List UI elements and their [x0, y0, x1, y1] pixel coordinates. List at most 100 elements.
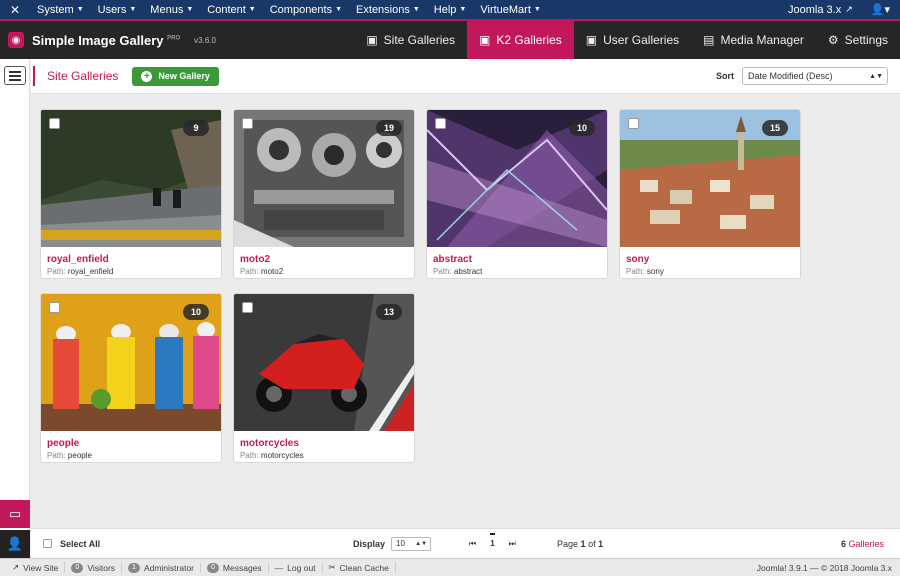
gallery-card[interactable]: 19 moto2 Path: moto2: [233, 109, 415, 279]
caret-down-icon: ▼: [76, 6, 84, 13]
select-all[interactable]: Select All: [31, 539, 100, 549]
gallery-path: Path: royal_enfield: [47, 267, 114, 276]
image-count-badge: 10: [569, 120, 595, 136]
gallery-name[interactable]: moto2: [240, 254, 270, 265]
gallery-checkbox[interactable]: [628, 118, 639, 129]
gallery-path: Path: abstract: [433, 267, 483, 276]
gallery-card[interactable]: 10 people Path: people: [40, 293, 222, 463]
gallery-path: Path: sony: [626, 267, 664, 276]
first-page-icon[interactable]: ⏮: [469, 539, 476, 549]
tab-user-galleries[interactable]: ▣ User Galleries: [574, 21, 691, 59]
gallery-tabs: ▣ Site Galleries ▣ K2 Galleries ▣ User Gall…: [354, 21, 900, 59]
caret-down-icon: ▼: [412, 6, 420, 13]
gallery-path: Path: motorcycles: [240, 451, 304, 460]
menu-virtuemart[interactable]: VirtueMart ▼: [473, 4, 547, 16]
gallery-card[interactable]: 15 sony Path: sony: [619, 109, 801, 279]
sort-label: Sort: [716, 71, 734, 81]
menu-system[interactable]: System ▼: [30, 4, 91, 16]
caret-down-icon: ▼: [459, 6, 467, 13]
list-footer: Select All Display 10 ▲▼ ⏮ 1 ⏭ Page 1 of…: [31, 528, 900, 558]
caret-down-icon: ▼: [335, 6, 343, 13]
count-badge: 0: [71, 562, 84, 573]
caret-down-icon: ▼: [248, 6, 256, 13]
tab-k2-galleries[interactable]: ▣ K2 Galleries: [467, 21, 574, 59]
gallery-checkbox[interactable]: [242, 302, 253, 313]
topnav-right: Joomla 3.x ↗ 👤▾: [788, 3, 900, 17]
select-arrows-icon: ▲▼: [415, 540, 428, 547]
sort-select[interactable]: Date Modified (Desc) ▲▼: [742, 67, 888, 85]
app-header: ◉ Simple Image Gallery PRO v3.6.0 ▣ Site …: [0, 21, 900, 59]
pagination: ⏮ 1 ⏭: [469, 533, 516, 549]
count-badge: 1: [128, 562, 140, 573]
page-current[interactable]: 1: [490, 533, 495, 548]
external-link-icon: ↗: [12, 562, 20, 572]
image-count-badge: 13: [376, 304, 402, 320]
menu-users[interactable]: Users ▼: [91, 4, 144, 16]
admin-menu: System ▼ Users ▼ Menus ▼ Content ▼ Component…: [30, 4, 548, 16]
tab-settings[interactable]: ⚙ Settings: [816, 21, 900, 59]
gallery-path: Path: moto2: [240, 267, 284, 276]
user-icon[interactable]: 👤: [0, 530, 30, 558]
gallery-checkbox[interactable]: [435, 118, 446, 129]
footer-text: Joomla! 3.9.1 — © 2018 Joomla 3.x: [756, 562, 892, 573]
caret-down-icon: ▼: [533, 6, 541, 13]
page-info: Page 1 of 1: [557, 538, 604, 549]
display-limit-select[interactable]: 10 ▲▼: [391, 536, 432, 551]
app-name: Simple Image Gallery PRO: [32, 32, 181, 48]
gallery-checkbox[interactable]: [49, 118, 60, 129]
view-site-link[interactable]: ↗ View Site: [6, 562, 66, 573]
user-menu-icon[interactable]: 👤▾: [871, 3, 890, 16]
image-count-badge: 15: [762, 120, 788, 136]
logout-link[interactable]: — Log out: [269, 562, 323, 573]
media-icon: ▤: [703, 33, 715, 47]
clean-cache-link[interactable]: ✂ Clean Cache: [323, 562, 396, 573]
visitors-status: 0 Visitors: [65, 562, 123, 573]
gallery-checkbox[interactable]: [49, 302, 60, 313]
app-brand: ◉ Simple Image Gallery PRO v3.6.0: [0, 32, 216, 48]
tab-media-manager[interactable]: ▤ Media Manager: [691, 21, 816, 59]
gallery-card[interactable]: 10 abstract Path: abstract: [426, 109, 608, 279]
display-limit: Display 10 ▲▼: [353, 536, 432, 551]
caret-down-icon: ▼: [186, 6, 194, 13]
gallery-name[interactable]: people: [47, 438, 79, 449]
image-icon: ▣: [479, 33, 491, 47]
gallery-image-icon[interactable]: ▭: [0, 500, 30, 528]
image-icon: ▣: [366, 33, 378, 47]
menu-content[interactable]: Content ▼: [200, 4, 262, 16]
gallery-card[interactable]: 9 royal_enfield Path: royal_enfield: [40, 109, 222, 279]
image-count-badge: 19: [376, 120, 402, 136]
count-badge: 0: [207, 562, 219, 573]
app-version: v3.6.0: [194, 35, 216, 45]
messages-status[interactable]: 0 Messages: [201, 562, 269, 573]
joomla-icon[interactable]: ✕: [0, 3, 30, 17]
camera-icon: ◉: [8, 32, 24, 48]
gear-icon: ⚙: [827, 33, 839, 47]
menu-help[interactable]: Help ▼: [427, 4, 474, 16]
image-count-badge: 10: [183, 304, 209, 320]
gallery-checkbox[interactable]: [242, 118, 253, 129]
tab-site-galleries[interactable]: ▣ Site Galleries: [354, 21, 467, 59]
menu-menus[interactable]: Menus ▼: [143, 4, 200, 16]
left-rail: ▭ 👤: [0, 59, 30, 558]
hamburger-menu-icon[interactable]: [4, 66, 26, 85]
toolbar: Site Galleries + New Gallery Sort Date M…: [31, 59, 900, 94]
new-gallery-button[interactable]: + New Gallery: [132, 66, 219, 86]
gallery-name[interactable]: abstract: [433, 254, 472, 265]
select-all-checkbox[interactable]: [43, 539, 52, 548]
minus-icon: —: [274, 562, 284, 573]
gallery-card[interactable]: 13 motorcycles Path: motorcycles: [233, 293, 415, 463]
caret-down-icon: ▼: [129, 6, 137, 13]
gallery-name[interactable]: motorcycles: [240, 438, 299, 449]
site-link[interactable]: Joomla 3.x: [788, 4, 841, 16]
gallery-name[interactable]: royal_enfield: [47, 254, 109, 265]
last-page-icon[interactable]: ⏭: [509, 539, 516, 549]
menu-extensions[interactable]: Extensions ▼: [349, 4, 427, 16]
broom-icon: ✂: [328, 562, 336, 572]
image-count-badge: 9: [183, 120, 209, 136]
admin-status: 1 Administrator: [122, 562, 202, 573]
page-title: Site Galleries: [33, 66, 118, 86]
gallery-count: 6 Galleries: [840, 538, 884, 549]
external-link-icon: ↗: [845, 4, 853, 14]
gallery-name[interactable]: sony: [626, 254, 649, 265]
menu-components[interactable]: Components ▼: [263, 4, 349, 16]
